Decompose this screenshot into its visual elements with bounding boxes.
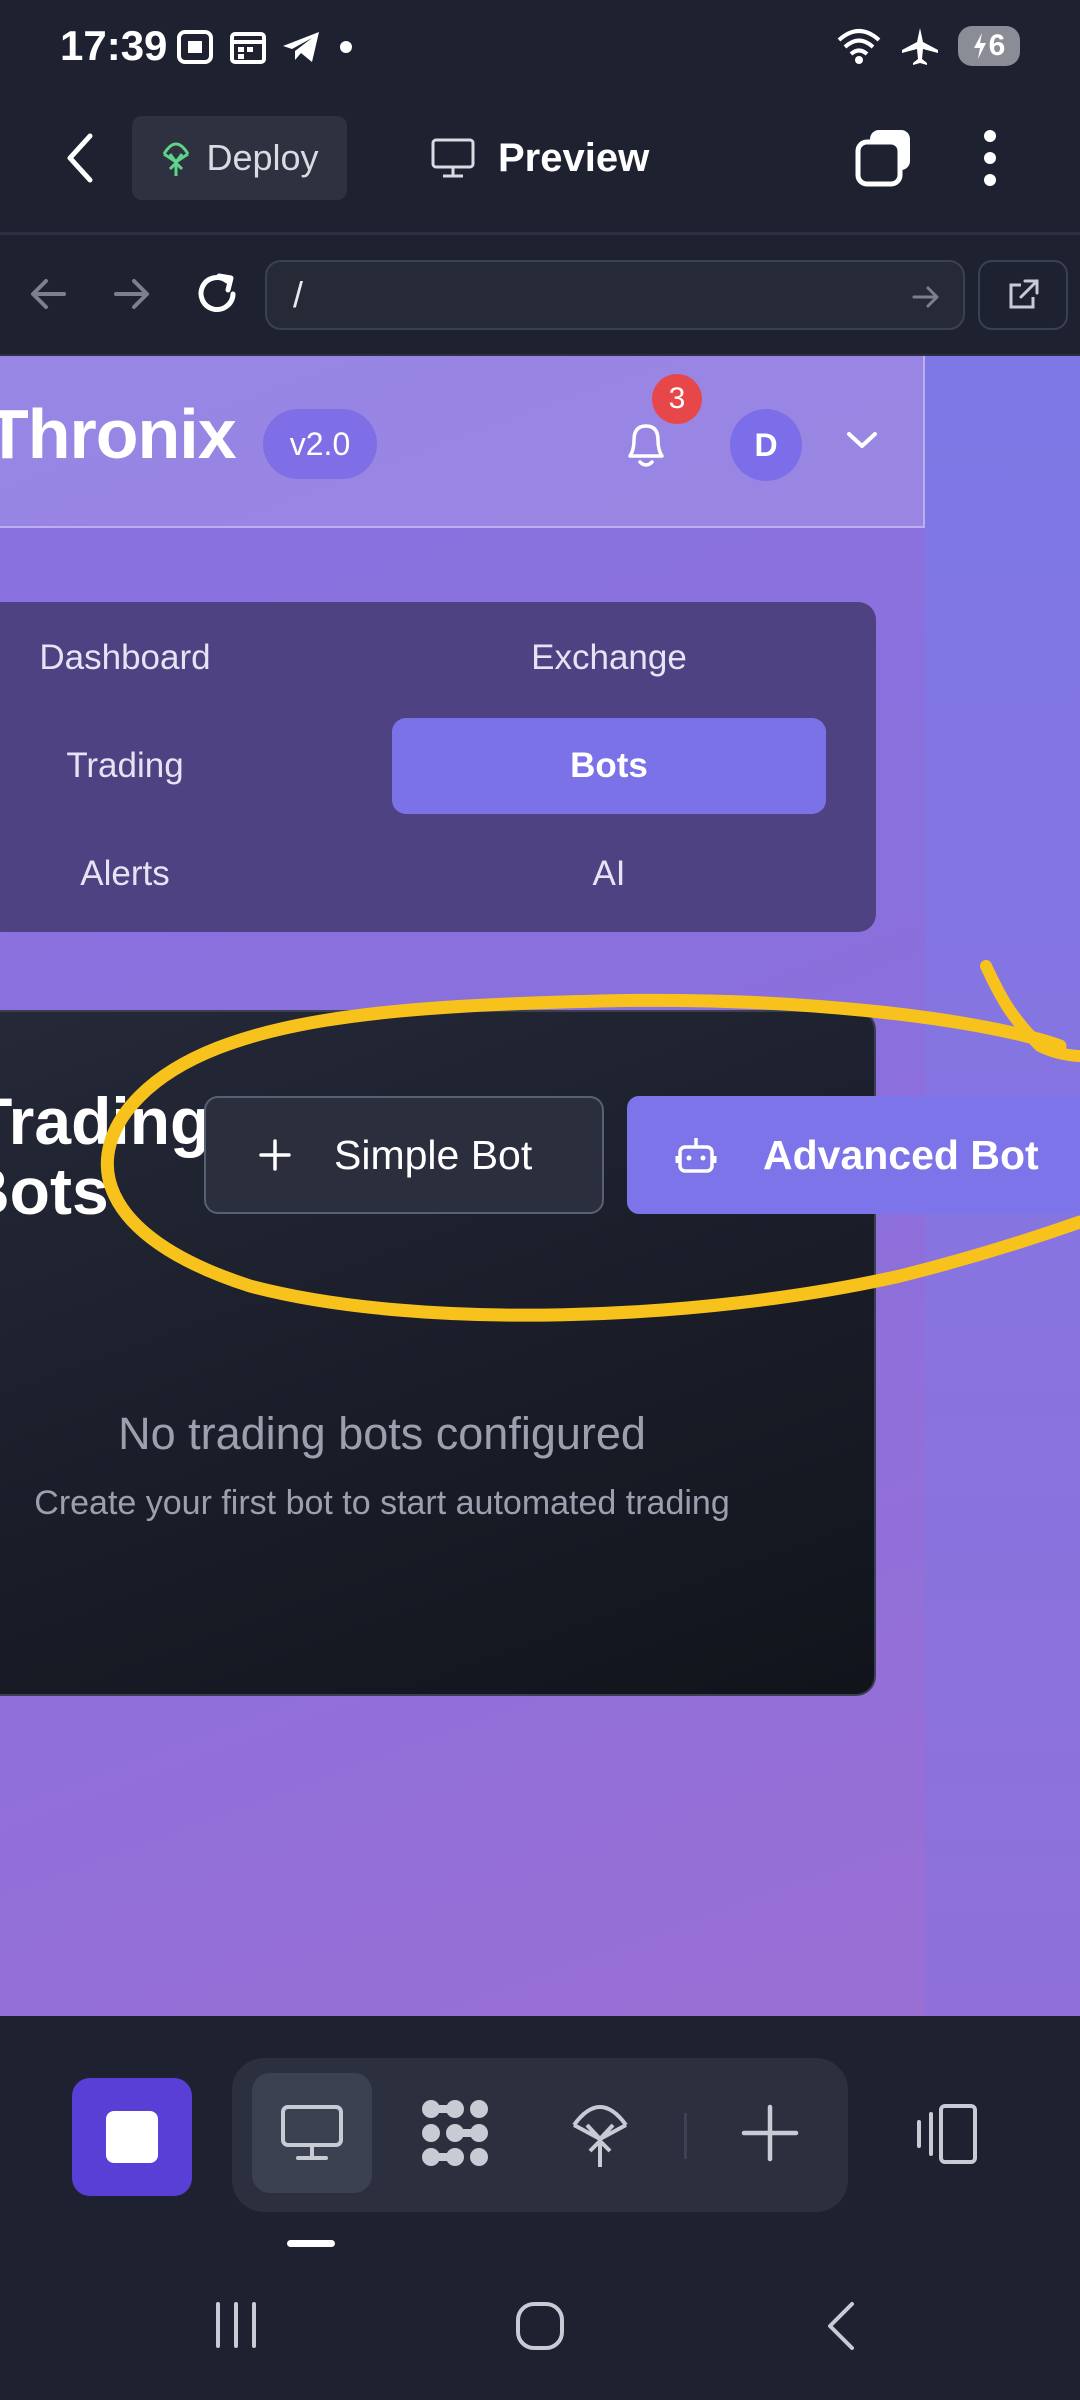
charging-icon (973, 33, 986, 59)
open-external-button[interactable] (978, 260, 1068, 330)
arrow-left-icon (31, 279, 66, 309)
home-icon (516, 2302, 564, 2350)
dot-icon (340, 41, 352, 53)
browser-forward-button[interactable] (112, 274, 152, 314)
plus-icon (259, 1139, 291, 1171)
telegram-icon (283, 32, 319, 62)
recent-apps-button[interactable] (210, 2300, 262, 2350)
chevron-left-icon (67, 133, 93, 183)
more-button[interactable] (975, 126, 1005, 190)
reload-icon (198, 273, 236, 312)
chevron-down-icon[interactable] (845, 429, 879, 451)
battery-level: 6 (988, 29, 1006, 62)
brand-logo[interactable]: Thronix (0, 394, 237, 474)
bell-icon[interactable] (620, 416, 672, 472)
nav-item-exchange[interactable]: Exchange (392, 610, 826, 706)
stop-button[interactable] (72, 2078, 192, 2196)
advanced-bot-label: Advanced Bot (763, 1131, 1039, 1178)
web-preview: Thronix v2.0 3 D Dashboard Exchange Trad… (0, 356, 1080, 2016)
add-tool-button[interactable] (710, 2073, 830, 2193)
browser-back-button[interactable] (28, 274, 68, 314)
nav-item-dashboard[interactable]: Dashboard (0, 610, 250, 706)
agent-icon (422, 2100, 488, 2166)
more-vertical-icon (984, 130, 996, 186)
system-navigation (0, 2256, 1080, 2400)
main-nav: Dashboard Exchange Trading Bots Alerts A… (0, 602, 876, 932)
wifi-icon (837, 29, 881, 64)
url-text: / (293, 274, 304, 315)
advanced-bot-button[interactable]: Advanced Bot (627, 1096, 1080, 1214)
deploy-icon (163, 142, 190, 176)
nav-item-alerts[interactable]: Alerts (0, 826, 250, 922)
status-time: 17:39 (60, 22, 168, 69)
reload-button[interactable] (193, 270, 241, 318)
tabs-icon (855, 130, 910, 187)
system-status: 6 (836, 26, 1020, 66)
preview-label: Preview (498, 135, 650, 180)
notification-icons (175, 28, 357, 66)
arrow-right-icon (114, 279, 149, 309)
nav-item-bots[interactable]: Bots (392, 718, 826, 814)
empty-state-subtitle: Create your first bot to start automated… (34, 1484, 730, 1522)
preview-button[interactable]: Preview (430, 116, 649, 200)
go-arrow-icon[interactable] (911, 282, 941, 312)
calendar-icon (230, 32, 266, 64)
nav-item-trading[interactable]: Trading (0, 718, 250, 814)
notification-badge: 3 (652, 374, 702, 424)
url-input[interactable]: / (265, 260, 965, 330)
stop-icon (106, 2111, 158, 2163)
user-avatar[interactable]: D (730, 409, 802, 481)
deploy-label: Deploy (206, 137, 319, 178)
status-bar: 17:39 6 (0, 0, 1080, 100)
site-header: Thronix v2.0 3 D (0, 356, 925, 528)
active-tool-indicator (287, 2240, 335, 2247)
battery-indicator: 6 (958, 26, 1020, 66)
plus-icon (741, 2104, 799, 2162)
chevron-left-icon (828, 2302, 854, 2350)
monitor-icon (281, 2105, 343, 2160)
version-badge: v2.0 (263, 409, 377, 479)
bots-title-line2: Bots (0, 1154, 109, 1228)
toolbar-divider (684, 2113, 687, 2159)
home-button[interactable] (514, 2300, 566, 2352)
back-button[interactable] (60, 130, 100, 186)
agent-tool[interactable] (395, 2073, 515, 2193)
device-toggle-button[interactable] (905, 2102, 985, 2168)
bots-title-line1: Trading (0, 1084, 211, 1158)
airplane-icon (902, 28, 938, 65)
deploy-icon (572, 2105, 628, 2167)
app-bar: Deploy Preview (0, 100, 1080, 235)
monitor-icon (431, 138, 475, 178)
url-bar: / (0, 238, 1080, 356)
preview-tool[interactable] (252, 2073, 372, 2193)
deploy-button[interactable]: Deploy (132, 116, 347, 200)
tool-group (232, 2058, 848, 2212)
robot-icon (675, 1138, 717, 1173)
screenshot-icon (177, 30, 213, 64)
tabs-button[interactable] (852, 126, 916, 190)
bots-title: Trading Bots (0, 1086, 210, 1226)
external-link-icon (1009, 279, 1039, 309)
simple-bot-button[interactable]: Simple Bot (204, 1096, 604, 1214)
device-frame-icon (917, 2104, 977, 2164)
bottom-toolbar (0, 2016, 1080, 2256)
system-back-button[interactable] (822, 2300, 862, 2352)
recent-apps-icon (216, 2302, 256, 2348)
simple-bot-label: Simple Bot (334, 1131, 533, 1178)
deploy-tool[interactable] (540, 2073, 660, 2193)
nav-item-ai[interactable]: AI (392, 826, 826, 922)
empty-state-title: No trading bots configured (118, 1408, 646, 1459)
